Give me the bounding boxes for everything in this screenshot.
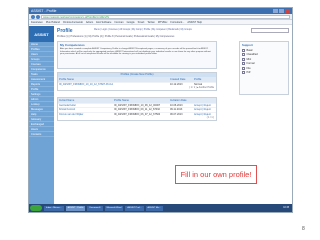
taskbar-item[interactable]: ASSIST - Profile [65,205,86,211]
search-input[interactable] [251,28,289,33]
checkbox-icon[interactable] [242,53,245,57]
taskbar-item[interactable]: Inbox - Micros... [44,205,64,211]
taskbar-item[interactable]: Microsoft Word [104,205,124,211]
option-label: Classified [246,53,258,57]
callout-text: Fill in our own profile! [180,170,252,179]
taskbar-item[interactable]: Document1 [87,205,103,211]
competence-panel: My Competences After you have created a … [57,41,217,69]
profile-name-link[interactable]: ID_ASSIST_FROMDO_10_10_12_67827-Prof-A [58,83,114,86]
option-label: Pdf [246,71,251,75]
favorite-link[interactable]: Tarzan [147,21,155,24]
checkbox-icon[interactable] [242,71,245,75]
window-title: ASSIST - Profile [31,9,57,13]
table-pager[interactable]: ( 1 / 1 ) ▸ Another Profile [58,86,216,90]
clock: 10:45 [283,207,289,209]
favorite-link[interactable]: Adrem [86,21,93,24]
favorite-link[interactable]: Omloca Fernando [63,21,83,24]
taskbar-item[interactable]: ASSIST Prof... [125,205,144,211]
table-row[interactable]: Cincus van der Wijker ID_ASSIST_FROMDO_0… [58,111,216,117]
competence-title: My Competences [60,43,85,47]
column-header: Profile Name [59,77,74,81]
right-panel: Support Basic Classified Mini Formal Fil… [239,41,289,95]
column-header: Invited Name [59,98,75,102]
table-cell: ID_ASSIST_FROMDO_09_11_12_67032 [114,108,160,112]
checkbox-icon[interactable] [242,57,245,61]
favorite-link[interactable]: Formulierk... [170,21,184,24]
competence-text: After you have created a complete ASSIST… [60,48,211,56]
favorite-link[interactable]: ASSIST Help [187,21,202,24]
table-cell: ID_ASSIST_FROMDO_06_07_12_67500 [114,112,161,116]
back-icon[interactable] [31,14,35,19]
table-cell: ID_ASSIST_FROMDO_10_06_12_00007 [114,103,161,107]
annotation-callout: Fill in our own profile! [175,165,257,184]
option-label: Formal [246,62,255,66]
table-cell: 10.06.2013 [170,103,183,107]
favorite-link[interactable]: Ironman [114,21,123,24]
accept-reject-link[interactable]: Accept | Reject [194,108,216,111]
page-number: 8 [302,226,305,232]
table-row[interactable]: Kristal Konzelt ID_ASSIST_FROMDO_09_11_1… [58,107,216,112]
breadcrumb[interactable]: Profiles (1) | Professions (1) | My Prof… [57,35,289,39]
url-input[interactable]: www.myassist.net/user/competency-all?pro… [41,14,290,19]
column-header: Profile Name [114,98,129,102]
checkbox-icon[interactable] [242,48,245,52]
favorite-link[interactable]: Favorieten [31,21,43,24]
option-label: Mini [246,57,252,61]
taskbar-item[interactable]: ASSIST Ma... [145,205,163,211]
minimize-button[interactable] [273,9,278,13]
column-header: Invitation Date [170,98,187,102]
column-header: Profile [194,77,202,81]
table-cell: 09.11.2013 [170,108,183,112]
favorite-link[interactable]: Plus Holland [46,21,60,24]
favorite-link[interactable]: Smart [138,21,145,24]
table-cell[interactable]: Gertruda Keller [58,104,114,107]
table-row[interactable]: Gertruda Keller ID_ASSIST_FROMDO_10_06_1… [58,102,216,108]
table-cell[interactable]: Cincus van der Wijker [58,113,114,116]
close-button[interactable] [285,9,290,13]
maximize-button[interactable] [279,9,284,13]
option-label: File [246,66,251,70]
checkbox-icon[interactable] [242,62,245,66]
column-header: Created Date [170,77,186,81]
shared-profiles-table: Invited Name Profile Name Invitation Dat… [57,97,217,121]
top-links[interactable]: Menu | Login | Courses | All Groups | My… [94,29,192,31]
taskbar: Inbox - Micros... ASSIST - Profile Docum… [29,204,292,212]
right-panel-option[interactable]: Pdf [242,71,286,76]
favorite-link[interactable]: MTVBox [158,21,168,24]
forward-icon[interactable] [36,14,40,19]
accept-reject-link[interactable]: Accept | Reject [194,104,216,107]
app-logo[interactable]: ASSIST [29,26,54,42]
profile-table: Profiles (Create New Profile) Profile Na… [57,72,217,91]
favorite-link[interactable]: Google [127,21,135,24]
table-pager[interactable]: ( 1 / 1 ) [58,116,216,120]
sidebar-item[interactable]: Contacts [29,132,54,137]
favorites-bar: Favorieten Plus Holland Omloca Fernando … [29,20,292,25]
option-label: Basic [246,48,253,52]
table-cell: 06.07.2013 [170,112,183,116]
table-cell[interactable]: Kristal Konzelt [58,108,114,111]
start-button[interactable] [30,205,42,211]
checkbox-icon[interactable] [242,66,245,70]
sidebar: ASSIST Home Profiles Users Groups Course… [29,26,54,204]
favorite-link[interactable]: ELA Software [96,21,111,24]
